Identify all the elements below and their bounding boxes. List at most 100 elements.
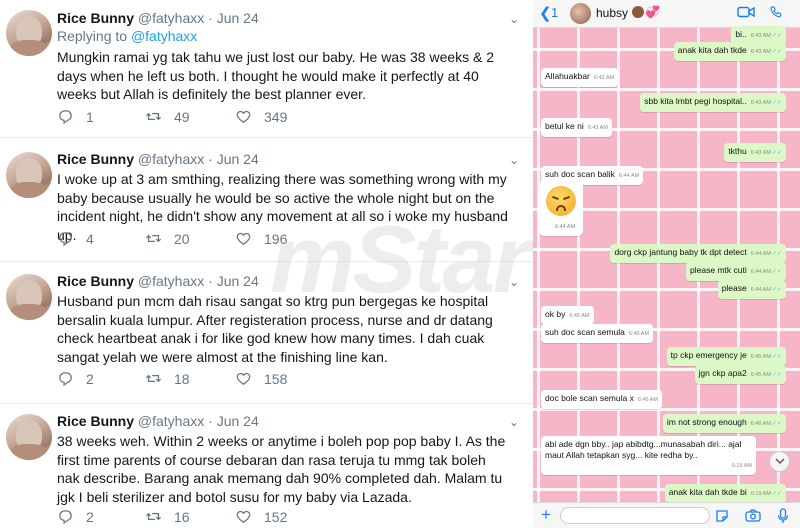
microphone-icon[interactable]: [777, 508, 789, 524]
message-text: doc bole scan semula x: [545, 393, 634, 403]
avatar[interactable]: [6, 414, 52, 460]
message-text: abi ade dgn bby.. jap abibdtg...munasaba…: [545, 439, 742, 460]
tweet-text: Mungkin ramai yg tak tahu we just lost o…: [57, 49, 495, 102]
retweet-button[interactable]: 49: [145, 108, 190, 125]
message-time: 6:44 AM: [555, 224, 576, 230]
message-bubble-incoming[interactable]: abi ade dgn bby.. jap abibdtg...munasaba…: [541, 436, 756, 475]
retweet-icon: [145, 234, 162, 243]
video-call-icon[interactable]: [737, 6, 755, 18]
user-handle[interactable]: @fatyhaxx: [138, 10, 204, 26]
heart-icon: [236, 232, 251, 245]
sticker-icon[interactable]: [715, 509, 729, 523]
contact-avatar[interactable]: [570, 3, 591, 24]
message-time: 6:43 AM: [750, 150, 771, 156]
contact-name[interactable]: hubsy: [596, 6, 628, 20]
replying-to-link[interactable]: @fatyhaxx: [131, 28, 197, 44]
tweet[interactable]: Rice Bunny @fatyhaxx · Jun 24 ⌄ I woke u…: [0, 138, 533, 262]
message-text: betul ke ni: [545, 121, 584, 131]
message-bubble-outgoing[interactable]: anak kita dah tkde bi 6:19 AM✓✓: [664, 484, 786, 503]
message-bubble-incoming[interactable]: ok by 6:45 AM: [541, 306, 594, 325]
tweet[interactable]: Rice Bunny @fatyhaxx · Jun 24 ⌄ Replying…: [0, 0, 533, 138]
message-time: 6:44 AM: [750, 287, 771, 293]
message-bubble-incoming[interactable]: suh doc scan semula 6:45 AM: [541, 324, 654, 343]
reply-button[interactable]: 2: [57, 370, 94, 387]
reply-count: 1: [86, 108, 94, 125]
like-button[interactable]: 349: [235, 108, 287, 125]
separator-dot: ·: [208, 273, 213, 289]
message-bubble-outgoing[interactable]: im not strong enough 6:46 AM✓✓: [662, 414, 786, 433]
retweet-count: 49: [174, 108, 190, 125]
chevron-down-icon[interactable]: ⌄: [509, 276, 519, 288]
tweet-header: Rice Bunny @fatyhaxx · Jun 24: [57, 151, 259, 167]
like-button[interactable]: 152: [235, 508, 287, 525]
message-time: 6:45 AM: [750, 372, 771, 378]
chevron-down-icon[interactable]: ⌄: [509, 13, 519, 25]
message-text: tkthu: [728, 146, 747, 156]
message-text: tp ckp emergency je: [670, 350, 747, 360]
phone-call-icon[interactable]: [769, 5, 783, 19]
reply-count: 4: [86, 230, 94, 247]
message-time: 6:45 AM: [628, 331, 650, 337]
tweet-date[interactable]: Jun 24: [217, 151, 259, 167]
tweet[interactable]: Rice Bunny @fatyhaxx · Jun 24 ⌄ 38 weeks…: [0, 404, 533, 528]
tweet-text: 38 weeks weh. Within 2 weeks or anytime …: [57, 433, 506, 505]
reply-button[interactable]: 1: [57, 108, 94, 125]
tweet-date[interactable]: Jun 24: [217, 10, 259, 26]
camera-icon[interactable]: [745, 509, 761, 522]
heart-icon: [236, 110, 251, 123]
plus-icon[interactable]: +: [541, 506, 551, 523]
message-time: 6:46 AM: [637, 397, 659, 403]
display-name[interactable]: Rice Bunny: [57, 151, 134, 167]
retweet-button[interactable]: 18: [145, 370, 190, 387]
message-bubble-incoming[interactable]: doc bole scan semula x 6:46 AM: [541, 390, 663, 409]
message-bubble-outgoing[interactable]: please mtk cuti 6:44 AM✓✓: [686, 262, 786, 281]
reply-button[interactable]: 2: [57, 508, 94, 525]
message-input[interactable]: [560, 507, 710, 524]
like-button[interactable]: 158: [235, 370, 287, 387]
message-text: sbb kita lmbt pegi hospital..: [644, 96, 747, 106]
user-handle[interactable]: @fatyhaxx: [138, 413, 204, 429]
display-name[interactable]: Rice Bunny: [57, 413, 134, 429]
message-bubble-incoming[interactable]: Allahuakbar 6:43 AM: [541, 68, 619, 87]
message-time: 6:19 AM: [731, 463, 752, 469]
user-handle[interactable]: @fatyhaxx: [138, 151, 204, 167]
message-bubble-outgoing[interactable]: tkthu 6:43 AM✓✓: [724, 143, 786, 162]
chevron-down-icon[interactable]: ⌄: [509, 154, 519, 166]
message-bubble-outgoing[interactable]: please 6:44 AM✓✓: [717, 280, 786, 299]
user-handle[interactable]: @fatyhaxx: [138, 273, 204, 289]
message-bubble-outgoing[interactable]: tp ckp emergency je 6:45 AM✓✓: [666, 347, 786, 366]
chevron-down-icon[interactable]: ⌄: [509, 416, 519, 428]
message-text: suh doc scan balik: [545, 169, 615, 179]
unread-count[interactable]: 1: [551, 5, 558, 20]
display-name[interactable]: Rice Bunny: [57, 273, 134, 289]
reply-button[interactable]: 4: [57, 230, 94, 247]
message-bubble-incoming[interactable]: 6:44 AM: [539, 180, 583, 236]
like-button[interactable]: 196: [235, 230, 287, 247]
read-ticks-icon: ✓✓: [771, 372, 782, 378]
message-bubble-outgoing[interactable]: dorg ckp jantung baby tk dpt detect 6:44 …: [610, 244, 786, 263]
avatar[interactable]: [6, 152, 52, 198]
message-text: please mtk cuti: [690, 265, 747, 275]
retweet-button[interactable]: 16: [145, 508, 190, 525]
message-bubble-outgoing[interactable]: anak kita dah tkde 6:43 AM✓✓: [673, 42, 786, 61]
message-bubble-incoming[interactable]: betul ke ni 6:43 AM: [541, 118, 612, 137]
back-chevron-icon[interactable]: ❮: [539, 4, 552, 22]
like-count: 196: [264, 230, 288, 247]
avatar[interactable]: [6, 10, 52, 56]
message-time: 6:44 AM: [750, 269, 771, 275]
tweet-date[interactable]: Jun 24: [217, 413, 259, 429]
retweet-button[interactable]: 20: [145, 230, 190, 247]
tweet[interactable]: Rice Bunny @fatyhaxx · Jun 24 ⌄ Husband …: [0, 262, 533, 404]
message-time: 6:43 AM: [750, 33, 771, 39]
message-time: 6:46 AM: [750, 421, 771, 427]
tweet-date[interactable]: Jun 24: [217, 273, 259, 289]
heart-icon: [236, 510, 251, 523]
display-name[interactable]: Rice Bunny: [57, 10, 134, 26]
message-bubble-outgoing[interactable]: jgn ckp apa2 6:45 AM✓✓: [694, 365, 786, 384]
scroll-down-button[interactable]: [769, 451, 790, 472]
message-bubble-outgoing[interactable]: sbb kita lmbt pegi hospital.. 6:43 AM✓✓: [640, 93, 786, 112]
read-ticks-icon: ✓✓: [771, 354, 782, 360]
avatar[interactable]: [6, 274, 52, 320]
read-ticks-icon: ✓✓: [771, 269, 782, 275]
tweet-header: Rice Bunny @fatyhaxx · Jun 24: [57, 10, 259, 26]
